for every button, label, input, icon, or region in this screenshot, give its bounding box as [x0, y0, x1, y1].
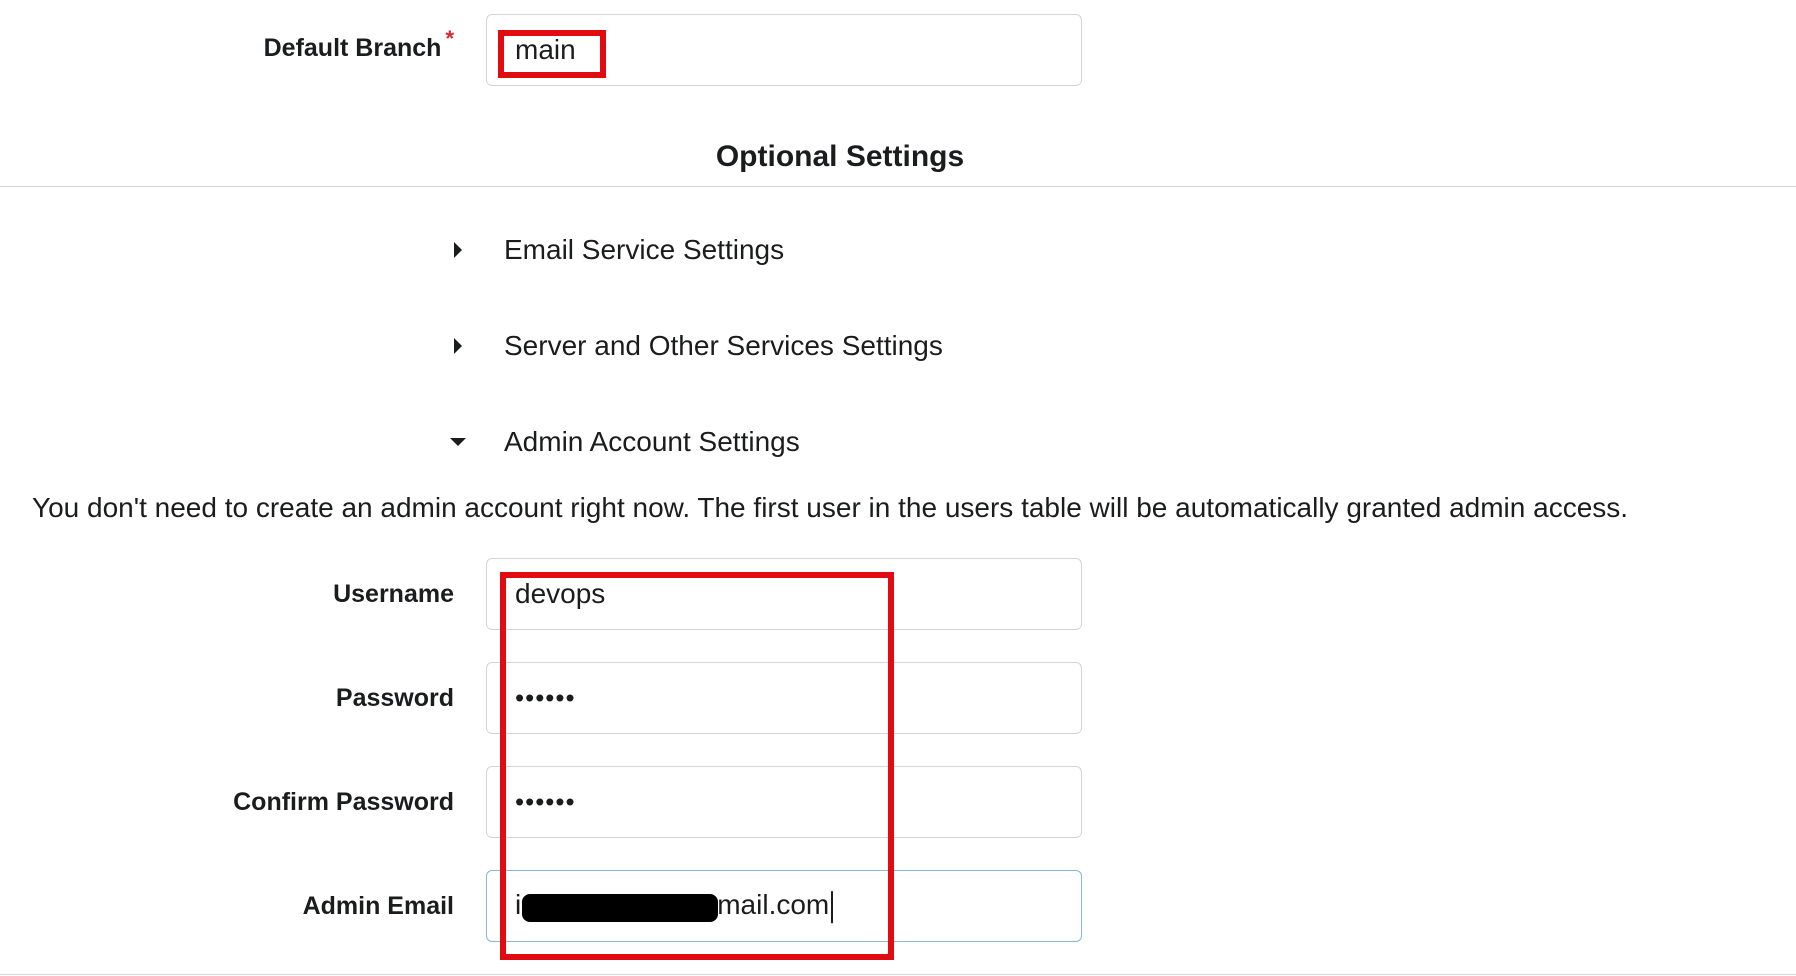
username-value: devops	[515, 578, 606, 609]
accordion-email-service[interactable]: Email Service Settings	[454, 234, 785, 266]
confirm-password-label: Confirm Password	[233, 788, 454, 816]
optional-settings-title: Optional Settings	[715, 140, 965, 173]
accordion-admin-account[interactable]: Admin Account Settings	[450, 426, 800, 458]
password-value: ••••••	[515, 682, 576, 713]
admin-email-suffix: mail.com	[717, 889, 830, 921]
accordion-server-services-label: Server and Other Services Settings	[504, 330, 943, 361]
confirm-password-value: ••••••	[515, 786, 576, 817]
default-branch-value: main	[515, 34, 576, 65]
default-branch-label: Default Branch *	[263, 26, 454, 63]
text-cursor	[831, 890, 834, 923]
redaction-bar	[522, 894, 718, 922]
accordion-server-services[interactable]: Server and Other Services Settings	[454, 330, 943, 362]
admin-info-text: You don't need to create an admin accoun…	[32, 492, 1629, 523]
admin-email-prefix: i	[515, 889, 522, 921]
admin-email-label: Admin Email	[302, 892, 454, 920]
confirm-password-input[interactable]: ••••••	[486, 766, 1082, 838]
username-input[interactable]: devops	[486, 558, 1082, 630]
required-mark: *	[445, 26, 454, 51]
username-label: Username	[333, 580, 454, 608]
accordion-email-service-label: Email Service Settings	[504, 234, 785, 265]
accordion-admin-account-label: Admin Account Settings	[504, 426, 800, 457]
password-label: Password	[335, 684, 454, 712]
default-branch-label-text: Default Branch	[263, 34, 442, 62]
caret-down-icon	[450, 438, 466, 446]
section-divider	[0, 186, 1796, 187]
password-input[interactable]: ••••••	[486, 662, 1082, 734]
bottom-divider	[0, 974, 1796, 975]
default-branch-input[interactable]: main	[486, 14, 1082, 86]
caret-right-icon	[454, 338, 462, 354]
caret-right-icon	[454, 242, 462, 258]
